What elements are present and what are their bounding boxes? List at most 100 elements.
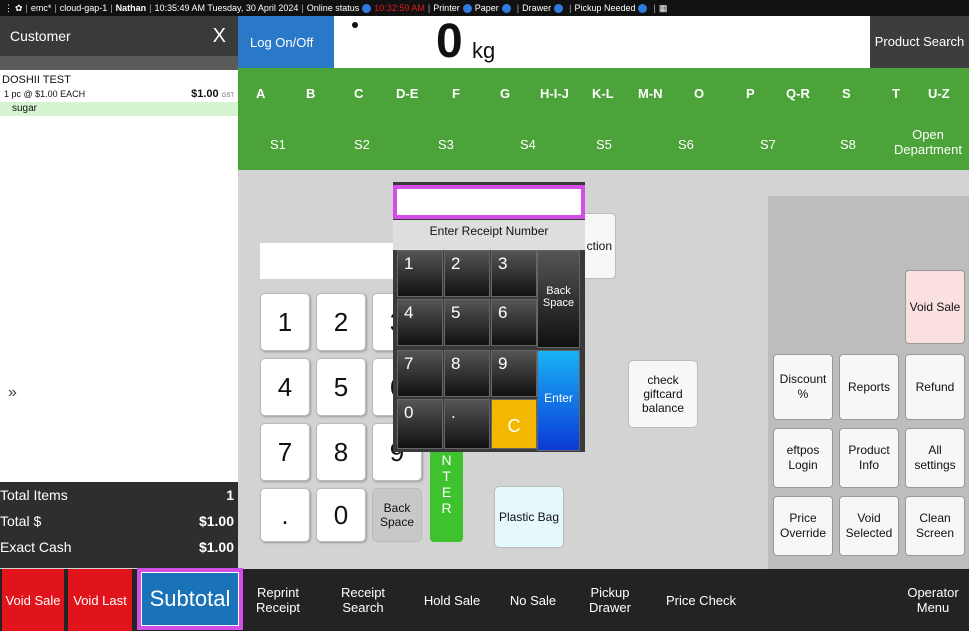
no-sale-button[interactable]: No Sale [500,579,566,621]
gear-icon[interactable]: ✿ [15,3,23,14]
keypad-7-button[interactable]: 7 [260,423,310,481]
exact-cash-value: $1.00 [198,539,234,555]
keypad-8-button[interactable]: 8 [316,423,366,481]
department-key[interactable]: S3 [438,137,454,152]
void-sale-panel-button[interactable]: Void Sale [905,270,965,344]
department-key[interactable]: S4 [520,137,536,152]
keypad-2-button[interactable]: 2 [316,293,366,351]
customer-strip [0,56,238,70]
plastic-bag-button[interactable]: Plastic Bag [494,486,564,548]
total-amount-value: $1.00 [198,513,234,529]
line-item-name[interactable]: sugar [0,102,238,116]
popup-key-7[interactable]: 7 [397,350,443,397]
alpha-key[interactable]: B [306,86,315,101]
alpha-key[interactable]: Q-R [786,86,810,101]
void-last-button[interactable]: Void Last [68,569,132,631]
all-settings-button[interactable]: All settings [905,428,965,488]
receipt-search-button[interactable]: Receipt Search [330,579,396,621]
reprint-receipt-button[interactable]: Reprint Receipt [248,579,308,621]
keypad-dot-button[interactable]: . [260,488,310,542]
alpha-key[interactable]: K-L [592,86,614,101]
department-key[interactable]: S8 [840,137,856,152]
expand-arrow-icon[interactable]: » [8,384,17,402]
alpha-key[interactable]: P [746,86,755,101]
alpha-key[interactable]: G [500,86,510,101]
keypad-5-button[interactable]: 5 [316,358,366,416]
department-key[interactable]: S7 [760,137,776,152]
total-items-row: Total Items 1 [0,482,238,508]
menu-icon[interactable]: ⋮ [4,3,13,14]
total-amount-row: Total $ $1.00 [0,508,238,534]
popup-key-dot[interactable]: . [444,399,490,449]
pickup-drawer-button[interactable]: Pickup Drawer [580,579,640,621]
popup-backspace-button[interactable]: Back Space [537,250,580,348]
quantity-display[interactable] [260,243,400,279]
popup-clear-button[interactable]: C [491,399,537,449]
popup-key-9[interactable]: 9 [491,350,537,397]
enter-key-label: N T E R [441,452,452,516]
open-department-key[interactable]: Open Department [888,127,968,157]
alpha-key[interactable]: D-E [396,86,418,101]
receipt-number-label: Enter Receipt Number [393,220,585,250]
grid-icon[interactable]: ▦ [659,3,668,14]
product-search-button[interactable]: Product Search [870,16,969,68]
sale-name: DOSHII TEST [2,74,71,86]
keypad-0-button[interactable]: 0 [316,488,366,542]
department-key[interactable]: S1 [270,137,286,152]
alpha-key[interactable]: H-I-J [540,86,569,101]
product-info-button[interactable]: Product Info [839,428,899,488]
popup-key-1[interactable]: 1 [397,250,443,297]
clean-screen-button[interactable]: Clean Screen [905,496,965,556]
alpha-key[interactable]: F [452,86,460,101]
popup-key-2[interactable]: 2 [444,250,490,297]
close-icon[interactable]: X [213,25,226,48]
alpha-key[interactable]: T [892,86,900,101]
alpha-index-row: A B C D-E F G H-I-J K-L M-N O P Q-R S T … [238,68,969,118]
popup-key-6[interactable]: 6 [491,299,537,346]
tax-badge: GST [221,93,234,99]
operator-menu-button[interactable]: Operator Menu [900,579,966,621]
keypad-4-button[interactable]: 4 [260,358,310,416]
alpha-key[interactable]: U-Z [928,86,950,101]
discount-button[interactable]: Discount % [773,354,833,420]
void-selected-button[interactable]: Void Selected [839,496,899,556]
scale-display: 0 kg [334,15,870,68]
department-key[interactable]: S6 [678,137,694,152]
reports-button[interactable]: Reports [839,354,899,420]
exact-cash-row[interactable]: Exact Cash $1.00 [0,534,238,560]
pickup-indicator-icon [638,3,648,13]
paper-indicator-icon [501,3,511,13]
popup-enter-button[interactable]: Enter [537,350,580,451]
department-key[interactable]: S2 [354,137,370,152]
alpha-key[interactable]: C [354,86,363,101]
alpha-key[interactable]: O [694,86,704,101]
popup-key-8[interactable]: 8 [444,350,490,397]
customer-header[interactable]: Customer X [0,16,238,56]
keypad-backspace-button[interactable]: Back Space [372,488,422,542]
alpha-key[interactable]: M-N [638,86,663,101]
receipt-number-input[interactable] [393,185,585,219]
popup-key-5[interactable]: 5 [444,299,490,346]
alpha-key[interactable]: S [842,86,851,101]
printer-indicator-icon [462,3,472,13]
popup-key-0[interactable]: 0 [397,399,443,449]
total-items-value: 1 [226,487,234,503]
keypad-enter-button[interactable]: N T E R [430,448,463,542]
alpha-key[interactable]: A [256,86,265,101]
void-sale-button[interactable]: Void Sale [2,569,64,631]
refund-button[interactable]: Refund [905,354,965,420]
check-giftcard-balance-button[interactable]: check giftcard balance [628,360,698,428]
price-override-button[interactable]: Price Override [773,496,833,556]
price-check-button[interactable]: Price Check [656,579,746,621]
log-on-off-button[interactable]: Log On/Off [238,16,334,68]
keypad-1-button[interactable]: 1 [260,293,310,351]
popup-key-3[interactable]: 3 [491,250,537,297]
department-key[interactable]: S5 [596,137,612,152]
status-paper-label: Paper [474,3,499,13]
hold-sale-button[interactable]: Hold Sale [412,579,492,621]
popup-key-4[interactable]: 4 [397,299,443,346]
eftpos-login-button[interactable]: eftpos Login [773,428,833,488]
department-row: S1 S2 S3 S4 S5 S6 S7 S8 Open Department [238,118,969,170]
subtotal-button[interactable]: Subtotal [137,568,243,630]
sale-line[interactable]: 1 pc @ $1.00 EACH $1.00 GST [0,86,238,100]
